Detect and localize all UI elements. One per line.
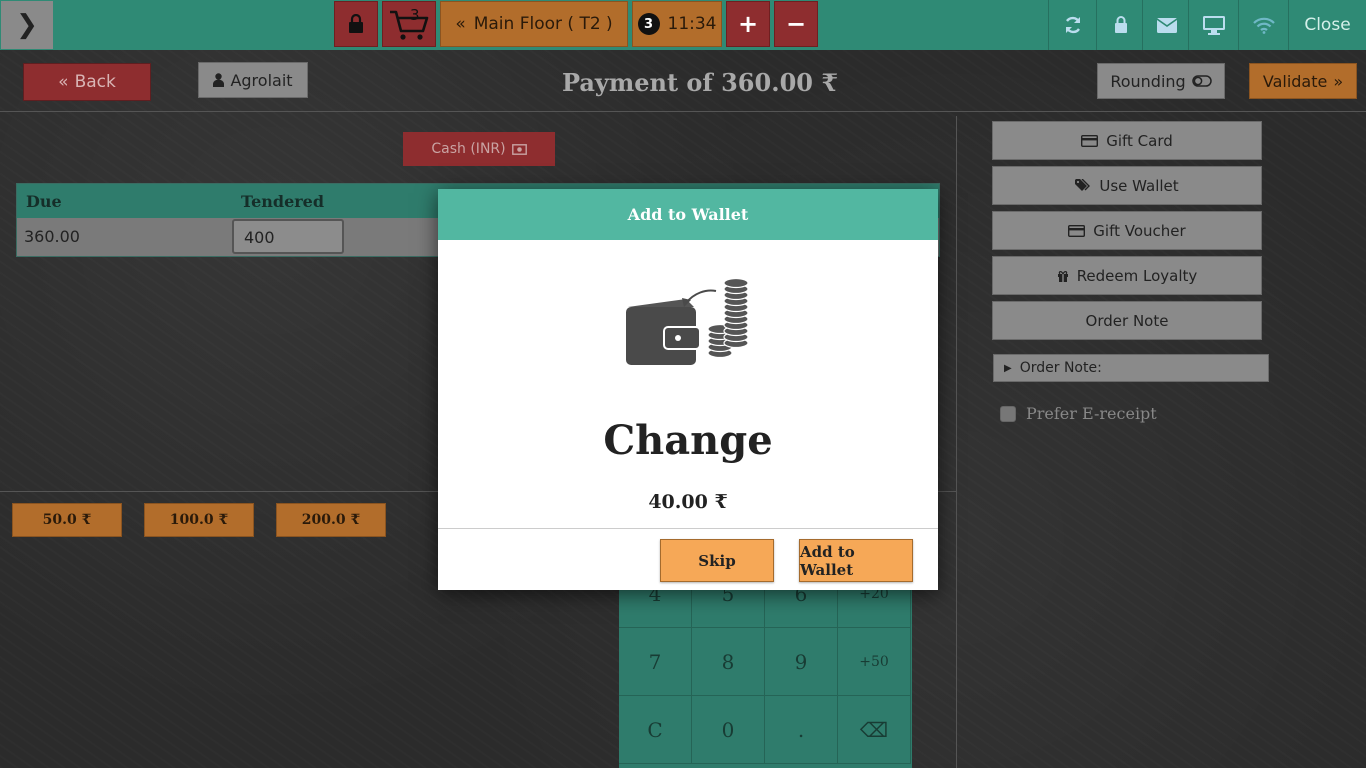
add-to-wallet-dialog: Add to Wallet Change 40.00 ₹ Skip Add to… [438,189,938,590]
wallet-coins-icon [626,277,749,365]
add-to-wallet-button[interactable]: Add to Wallet [799,539,913,582]
dialog-title: Add to Wallet [438,189,938,240]
dialog-divider [438,528,938,529]
change-heading: Change [603,417,773,464]
change-amount: 40.00 ₹ [648,491,728,513]
skip-button[interactable]: Skip [660,539,774,582]
